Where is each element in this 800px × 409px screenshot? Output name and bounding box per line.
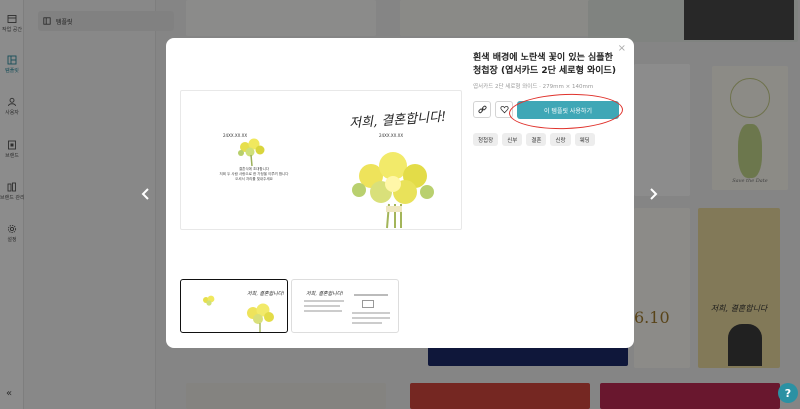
thumbnail-script: 저희, 결혼합니다! [247,291,285,297]
bouquet-image-small [247,303,274,332]
tag-chip[interactable]: 청첩장 [473,133,499,146]
tag-list: 청첩장 신부 결혼 신랑 웨딩 [473,133,595,146]
date-text: 24XX.XX.XX [379,133,404,138]
copy-link-button[interactable] [473,101,491,118]
annotation-circle [508,92,624,131]
invitation-line: 오셔서 자리를 빛내주세요 [235,177,273,181]
chevron-left-icon[interactable] [138,186,154,202]
script-heading: 저희, 결혼합니다! [348,109,447,132]
thumbnail-page-2[interactable]: 저희, 결혼합니다! [291,279,399,333]
template-detail-modal: × 24XX.XX.XX 결혼식에 초대합니다 저희 두 사람 사랑으로 한 가… [166,38,634,348]
tag-chip[interactable]: 신랑 [550,133,571,146]
heart-icon [499,105,509,114]
date-text: 24XX.XX.XX [223,133,248,138]
bouquet-image [352,152,434,229]
help-button[interactable]: ? [778,383,798,403]
tag-chip[interactable]: 웨딩 [574,133,595,146]
tag-chip[interactable]: 신부 [502,133,523,146]
bouquet-image-small [203,295,215,306]
template-preview: 24XX.XX.XX 결혼식에 초대합니다 저희 두 사람 사랑으로 한 가정을… [180,90,462,230]
tag-chip[interactable]: 결혼 [526,133,547,146]
link-icon [477,105,487,114]
invitation-text: 결혼식에 초대합니다 저희 두 사람 사랑으로 한 가정을 이루려 합니다 오셔… [219,167,289,182]
template-title: 흰색 배경에 노란색 꽃이 있는 심플한 청첩장 (엽서카드 2단 세로형 와이… [473,53,616,76]
bouquet-image-small [238,138,265,167]
template-size-subtitle: 엽서카드 2단 세로형 와이드 · 279mm × 140mm [473,84,594,90]
chevron-right-icon[interactable] [645,186,661,202]
thumbnail-script: 저희, 결혼합니다! [306,291,344,297]
thumbnail-page-1[interactable]: 저희, 결혼합니다! [180,279,288,333]
